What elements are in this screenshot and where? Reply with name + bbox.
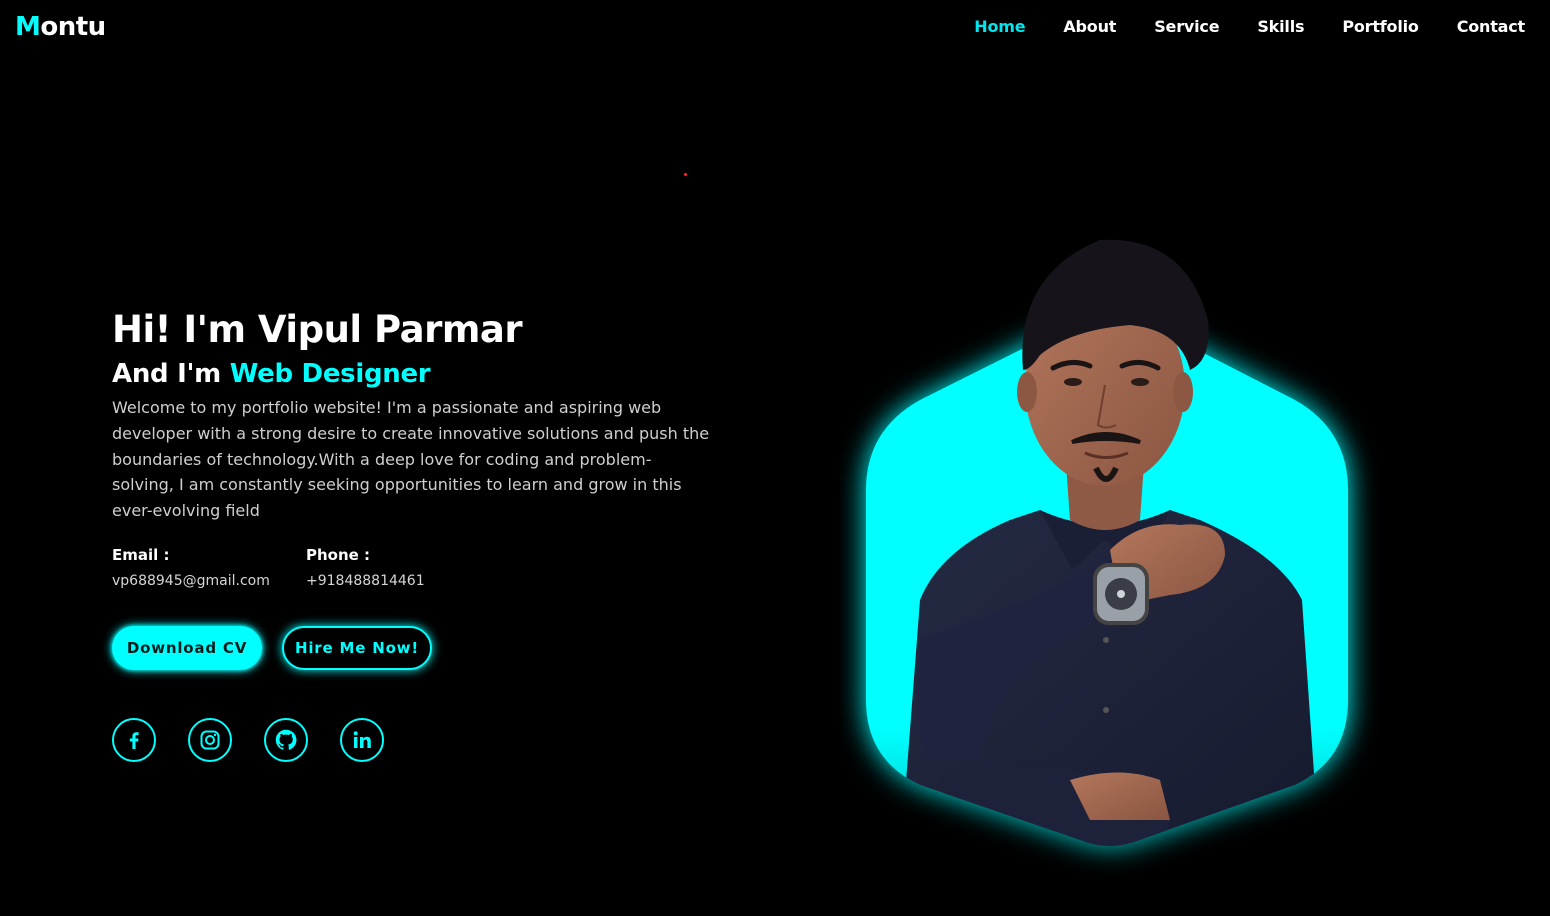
email-value: vp688945@gmail.com [112,572,270,589]
logo-initial: M [15,12,41,42]
github-icon [275,729,297,750]
download-cv-button[interactable]: Download CV [112,625,262,670]
email-block: Email : vp688945@gmail.com [112,544,306,596]
nav-portfolio[interactable]: Portfolio [1342,15,1419,39]
portrait-body [900,510,1320,846]
email-label: Email : [112,545,170,564]
social-links [112,717,722,762]
nav-contact[interactable]: Contact [1457,15,1526,39]
contact-info: Email : vp688945@gmail.com Phone : +9184… [112,544,722,596]
nav-home[interactable]: Home [974,15,1025,39]
facebook-icon [129,732,139,749]
profile-illustration [866,239,1348,846]
main-nav: Home About Service Skills Portfolio Cont… [936,15,1525,39]
portfolio-page: Montu Home About Service Skills Portfoli… [0,0,1550,916]
instagram-icon [200,730,220,750]
instagram-link[interactable] [188,717,232,762]
profile-visual [840,220,1380,916]
role-prefix: And I'm [112,359,230,389]
github-link[interactable] [264,717,308,762]
hero-title: Hi! I'm Vipul Parmar [112,308,523,351]
facebook-link[interactable] [112,717,156,762]
site-header: Montu Home About Service Skills Portfoli… [0,0,1550,56]
hero-description: Welcome to my portfolio website! I'm a p… [112,398,710,521]
nav-service[interactable]: Service [1154,15,1219,39]
site-logo[interactable]: Montu [15,10,106,44]
nav-about[interactable]: About [1063,15,1116,39]
linkedin-icon [353,731,371,748]
phone-value: +918488814461 [306,572,425,589]
decorative-dot [684,173,687,176]
linkedin-link[interactable] [340,717,384,762]
nav-skills[interactable]: Skills [1257,15,1304,39]
logo-text: ontu [40,12,106,42]
role-title: Web Designer [229,359,431,389]
phone-label: Phone : [306,545,371,564]
cta-buttons: Download CV Hire Me Now! [112,625,722,670]
hire-me-button[interactable]: Hire Me Now! [282,625,432,670]
hero-text: Hi! I'm Vipul Parmar And I'm Web Designe… [112,305,722,762]
phone-block: Phone : +918488814461 [306,544,500,596]
hero-subtitle: And I'm Web Designer [112,357,722,391]
